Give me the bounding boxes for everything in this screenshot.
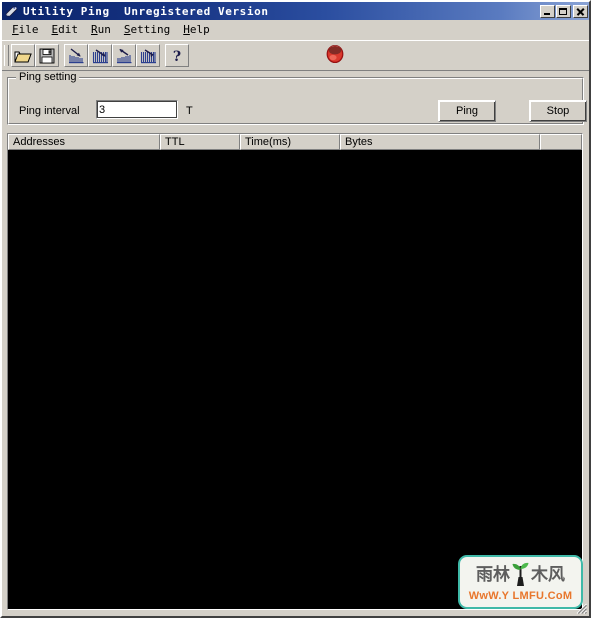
menu-item-setting[interactable]: Setting (118, 22, 177, 37)
ping-interval-input[interactable] (96, 100, 178, 119)
menu-item-help[interactable]: Help (177, 22, 217, 37)
help-icon-button[interactable]: ? (165, 44, 189, 67)
save-icon (39, 48, 55, 63)
chart-up-left-alt-icon (140, 48, 156, 63)
column-header-addresses[interactable]: Addresses (8, 134, 160, 150)
toolbar-grip[interactable] (4, 45, 9, 66)
chart-down-right-icon-button[interactable] (64, 44, 88, 67)
ping-interval-unit-label: T (186, 105, 193, 117)
chart-down-right-alt-icon (92, 48, 108, 63)
ping-results-list[interactable]: Addresses TTL Time(ms) Bytes (7, 133, 583, 610)
help-icon: ? (173, 49, 181, 64)
watermark-logo-right: 木风 (531, 565, 565, 585)
chart-down-right-alt-icon-button[interactable] (88, 44, 112, 67)
list-header-row: Addresses TTL Time(ms) Bytes (8, 134, 582, 151)
title-bar[interactable]: Utility Ping Unregistered Version (2, 2, 589, 20)
menu-item-edit[interactable]: Edit (46, 22, 86, 37)
resize-grip[interactable] (574, 601, 588, 615)
menu-item-run[interactable]: Run (85, 22, 118, 37)
chart-up-left-alt-icon-button[interactable] (136, 44, 160, 67)
list-body[interactable] (8, 151, 582, 609)
column-header-ttl[interactable]: TTL (160, 134, 240, 150)
group-inner-border (8, 78, 583, 124)
window-title: Utility Ping Unregistered Version (23, 4, 269, 18)
column-header-empty[interactable] (540, 134, 582, 150)
watermark-logo-row: 雨林 木风 (460, 557, 581, 591)
chart-up-left-icon-button[interactable] (112, 44, 136, 67)
watermark-logo-left: 雨林 (476, 565, 510, 585)
save-icon-button[interactable] (35, 44, 59, 67)
column-header-time[interactable]: Time(ms) (240, 134, 340, 150)
stop-button[interactable]: Stop (529, 100, 587, 122)
svg-text:?: ? (173, 49, 181, 64)
ping-app-icon (4, 4, 20, 18)
ping-setting-legend: Ping setting (16, 71, 80, 83)
open-icon (14, 51, 32, 62)
watermark-url: WwW.Y LMFU.CoM (468, 590, 573, 602)
maximize-button[interactable] (556, 4, 571, 18)
minimize-button[interactable] (540, 4, 555, 18)
watermark-logo: 雨林 木风 WwW.Y LMFU.CoM (458, 555, 583, 609)
sprout-icon (511, 562, 530, 588)
menu-bar: File Edit Run Setting Help (2, 20, 589, 40)
ping-button[interactable]: Ping (438, 100, 496, 122)
chart-up-left-icon (116, 48, 131, 63)
open-icon-button[interactable] (11, 44, 35, 67)
menu-item-file[interactable]: File (6, 22, 46, 37)
close-button[interactable] (573, 4, 588, 18)
chart-down-right-icon (68, 47, 83, 63)
status-led-icon (322, 44, 348, 67)
ping-setting-group: Ping setting Ping interval T Ping Stop (7, 71, 587, 125)
column-header-bytes[interactable]: Bytes (340, 134, 540, 150)
toolbar: ? (2, 40, 589, 71)
ping-interval-label: Ping interval (19, 105, 80, 117)
application-window: Utility Ping Unregistered Version File E… (0, 0, 591, 618)
